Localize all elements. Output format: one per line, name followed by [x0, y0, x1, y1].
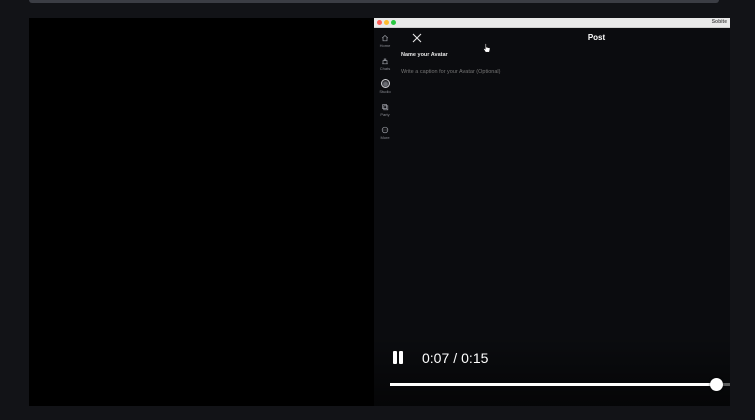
seek-bar[interactable] — [390, 378, 730, 391]
time-readout: 0:07/0:15 — [422, 350, 488, 366]
party-icon — [382, 104, 389, 111]
pause-icon — [393, 351, 397, 364]
seek-progress — [390, 383, 717, 386]
time-separator: / — [453, 350, 458, 366]
video-player[interactable]: Sobite Home Chats Studio Party More Post… — [29, 18, 730, 406]
pause-button[interactable] — [392, 351, 404, 365]
nav-item-party[interactable]: Party — [374, 103, 396, 117]
caption-input[interactable] — [401, 69, 651, 75]
hand-cursor-icon — [483, 43, 491, 53]
minimize-window-button[interactable] — [384, 20, 389, 25]
nav-label-chats: Chats — [379, 66, 391, 71]
video-controls: 0:07/0:15 — [29, 336, 730, 406]
window-titlebar: Sobite — [374, 18, 730, 28]
seek-handle[interactable] — [709, 378, 723, 391]
post-title: Post — [587, 33, 606, 42]
nav-item-studio[interactable]: Studio — [374, 79, 396, 94]
more-icon — [381, 126, 389, 134]
nav-label-more: More — [380, 135, 390, 140]
nav-item-more[interactable]: More — [374, 126, 396, 140]
duration: 0:15 — [461, 350, 489, 366]
window-title: Sobite — [711, 19, 727, 25]
nav-label-home: Home — [379, 43, 391, 48]
close-window-button[interactable] — [377, 20, 382, 25]
avatar-name-input[interactable] — [401, 52, 601, 58]
chat-icon — [382, 58, 388, 65]
nav-label-studio: Studio — [379, 89, 391, 94]
top-scrollbar[interactable] — [29, 0, 719, 3]
maximize-window-button[interactable] — [391, 20, 396, 25]
nav-item-chats[interactable]: Chats — [374, 57, 396, 71]
nav-label-party: Party — [380, 112, 390, 117]
avatar-icon — [380, 79, 390, 88]
current-time: 0:07 — [422, 350, 450, 366]
